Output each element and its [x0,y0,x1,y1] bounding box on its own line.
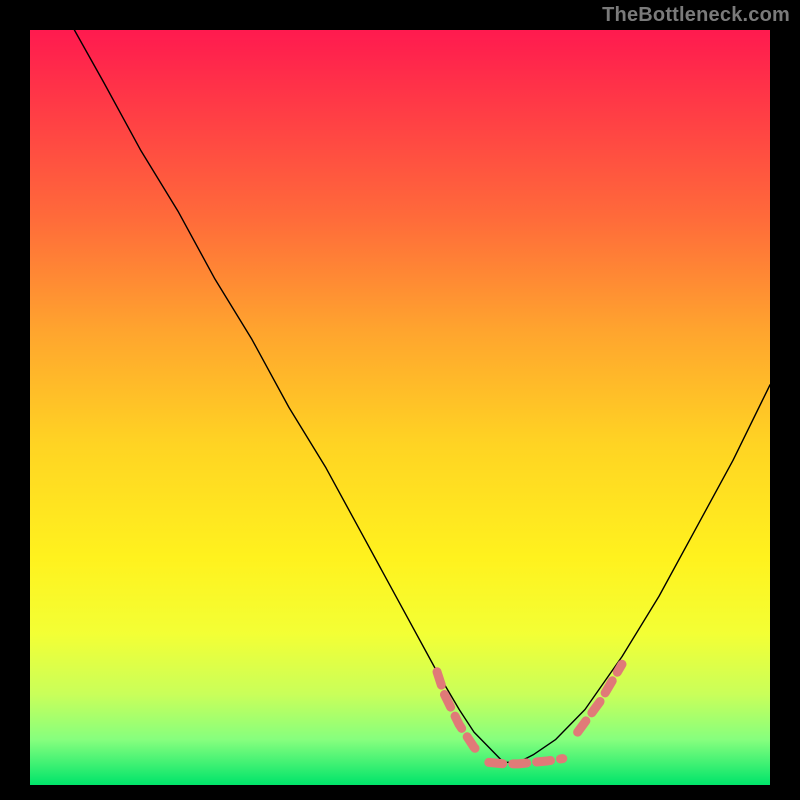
series-marker-band-left [437,672,481,755]
watermark-text: TheBottleneck.com [602,4,790,27]
series-curve-left [74,30,503,762]
series-marker-band-right [578,664,622,732]
plot-area [30,30,770,785]
plot-svg [30,30,770,785]
series-curve-right [504,385,770,762]
chart-frame: TheBottleneck.com [0,0,800,800]
series-marker-band-bottom [489,759,563,764]
